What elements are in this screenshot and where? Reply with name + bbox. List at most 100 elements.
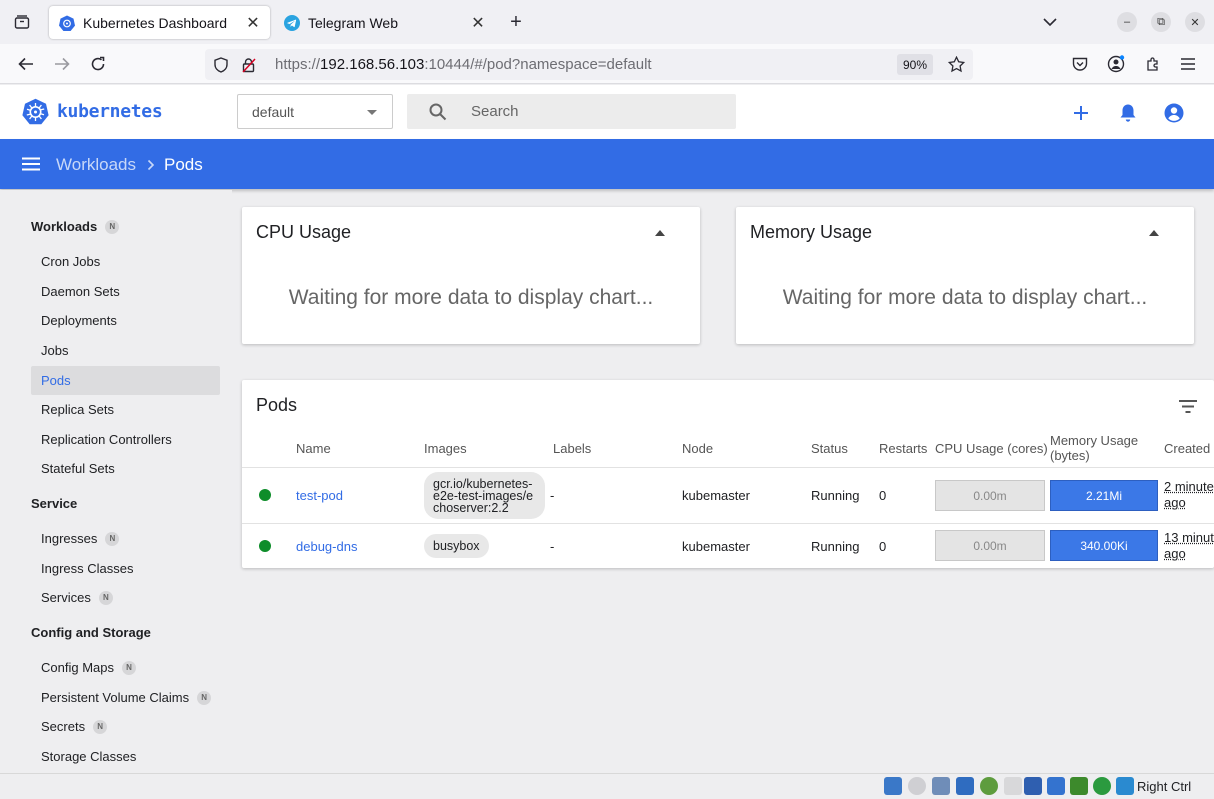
back-icon[interactable] xyxy=(16,54,36,74)
sidebar-item-label: Secrets xyxy=(41,719,86,734)
minimize-window-icon[interactable]: – xyxy=(1117,12,1137,32)
forward-icon[interactable] xyxy=(52,54,72,74)
sidebar-item-replication-controllers[interactable]: Replication Controllers xyxy=(31,425,220,454)
menu-icon[interactable] xyxy=(1178,54,1198,74)
tab-kubernetes-dashboard[interactable]: Kubernetes Dashboard ✕ xyxy=(49,6,270,39)
sidebar-item-jobs[interactable]: Jobs xyxy=(31,336,220,365)
sidebar-section-config-and-storage[interactable]: Config and Storage xyxy=(31,625,151,640)
card-title: Pods xyxy=(256,395,298,415)
column-header-restarts[interactable]: Restarts xyxy=(879,441,927,456)
host-key-label: Right Ctrl xyxy=(1137,779,1192,794)
restore-window-icon[interactable]: ⧉ xyxy=(1151,12,1171,32)
chevron-down-icon[interactable] xyxy=(1040,12,1060,32)
column-header-created[interactable]: Created xyxy=(1164,441,1210,456)
sidebar-item-deployments[interactable]: Deployments xyxy=(31,306,220,335)
network-icon[interactable] xyxy=(956,777,974,795)
column-header-status[interactable]: Status xyxy=(811,441,848,456)
display-icon[interactable] xyxy=(1024,777,1042,795)
collapse-caret-icon[interactable] xyxy=(1149,230,1159,236)
caret-down-icon xyxy=(367,110,377,115)
column-header-cpu-usage: CPU Usage (cores) xyxy=(935,441,1048,456)
sidebar-item-label: Services xyxy=(41,590,91,605)
extensions-icon[interactable] xyxy=(1143,54,1163,74)
sidebar-item-daemon-sets[interactable]: Daemon Sets xyxy=(31,277,220,306)
notifications-bell-icon[interactable] xyxy=(1117,102,1139,124)
sidebar-item-services[interactable]: Services N xyxy=(31,583,220,612)
sidebar-item-secrets[interactable]: Secrets N xyxy=(31,712,220,741)
column-header-images: Images xyxy=(424,441,467,456)
audio-icon[interactable] xyxy=(932,777,950,795)
tab-telegram-web[interactable]: Telegram Web ✕ xyxy=(274,6,495,39)
recording-icon[interactable] xyxy=(1047,777,1065,795)
memory-usage-card: Memory Usage Waiting for more data to di… xyxy=(736,207,1194,344)
url-bar[interactable]: https://192.168.56.103:10444/#/pod?names… xyxy=(205,49,973,80)
row-menu-icon[interactable] xyxy=(1207,488,1213,502)
image-text-line: gcr.io/kubernetes- xyxy=(433,476,533,491)
sidebar-item-ingresses[interactable]: Ingresses N xyxy=(31,524,220,553)
pod-labels: - xyxy=(550,488,555,503)
user-account-icon[interactable] xyxy=(1163,102,1185,124)
cpu-usage-sparkline: 0.00m xyxy=(935,530,1045,561)
collapse-caret-icon[interactable] xyxy=(655,230,665,236)
sidebar-item-label: Storage Classes xyxy=(41,749,137,764)
memory-usage-sparkline: 340.00Ki xyxy=(1050,530,1158,561)
new-tab-icon[interactable]: + xyxy=(506,11,526,33)
pocket-icon[interactable] xyxy=(1070,54,1090,74)
close-window-icon[interactable]: ✕ xyxy=(1185,12,1205,32)
sidebar-item-storage-classes[interactable]: Storage Classes xyxy=(31,742,220,771)
image-text-line: choserver:2.2 xyxy=(433,500,509,515)
usb-icon[interactable] xyxy=(980,777,998,795)
reload-icon[interactable] xyxy=(88,54,108,74)
url-text[interactable]: https://192.168.56.103:10444/#/pod?names… xyxy=(275,56,652,73)
pod-status: Running xyxy=(811,539,860,554)
brand-logo[interactable]: kubernetes xyxy=(22,98,163,125)
sidebar-item-pods[interactable]: Pods xyxy=(31,366,220,395)
pod-name-link[interactable]: debug-dns xyxy=(296,539,357,554)
column-header-labels: Labels xyxy=(553,441,592,456)
sidebar-item-replica-sets[interactable]: Replica Sets xyxy=(31,395,220,424)
column-header-name[interactable]: Name xyxy=(296,441,331,456)
sidebar-item-label: Replica Sets xyxy=(41,402,114,417)
sidebar-section-service[interactable]: Service xyxy=(31,496,77,511)
namespaced-badge: N xyxy=(93,719,108,734)
hamburger-menu-icon[interactable] xyxy=(20,154,42,174)
sidebar-item-ingress-classes[interactable]: Ingress Classes xyxy=(31,554,220,583)
tab-title: Kubernetes Dashboard xyxy=(83,14,227,31)
hard-disk-icon[interactable] xyxy=(884,777,902,795)
zoom-level[interactable]: 90% xyxy=(896,54,933,75)
shield-icon[interactable] xyxy=(213,56,231,73)
cpu-activity-icon[interactable] xyxy=(1070,777,1088,795)
sidebar-item-config-maps[interactable]: Config Maps N xyxy=(31,653,220,682)
namespaced-badge: N xyxy=(121,660,136,675)
memory-usage-sparkline: 2.21Mi xyxy=(1050,480,1158,511)
sidebar-section-workloads[interactable]: Workloads N xyxy=(31,219,120,234)
close-tab-icon[interactable]: ✕ xyxy=(242,12,264,34)
pod-labels: - xyxy=(550,539,555,554)
lock-warning-icon[interactable] xyxy=(241,57,259,73)
close-tab-icon[interactable]: ✕ xyxy=(467,12,489,34)
filter-list-icon[interactable] xyxy=(1179,400,1197,413)
optical-drive-icon[interactable] xyxy=(908,777,926,795)
create-plus-icon[interactable] xyxy=(1070,102,1092,124)
sidebar-item-cron-jobs[interactable]: Cron Jobs xyxy=(31,247,220,276)
sidebar-item-label: Config Maps xyxy=(41,660,114,675)
search-input[interactable]: Search xyxy=(407,94,736,129)
pod-name-link[interactable]: test-pod xyxy=(296,488,343,503)
account-icon[interactable] xyxy=(1106,54,1126,74)
guest-additions-icon[interactable] xyxy=(1093,777,1111,795)
sidebar-item-label: Stateful Sets xyxy=(41,461,115,476)
shared-folders-icon[interactable] xyxy=(1004,777,1022,795)
image-text-line: e2e-test-images/e xyxy=(433,488,534,503)
column-header-node[interactable]: Node xyxy=(682,441,713,456)
search-icon xyxy=(429,103,447,121)
bookmark-star-icon[interactable] xyxy=(948,56,965,73)
breadcrumb-workloads-link[interactable]: Workloads xyxy=(56,155,136,175)
sidebar-item-stateful-sets[interactable]: Stateful Sets xyxy=(31,454,220,483)
mouse-integration-icon[interactable] xyxy=(1116,777,1134,795)
url-scheme: https:// xyxy=(275,56,321,73)
namespace-select[interactable]: default xyxy=(237,94,393,129)
sidebar-item-persistent-volume-claims[interactable]: Persistent Volume Claims N xyxy=(31,683,220,712)
search-placeholder: Search xyxy=(471,103,519,120)
tab-list-icon[interactable] xyxy=(12,12,32,32)
telegram-favicon-icon xyxy=(284,14,300,31)
